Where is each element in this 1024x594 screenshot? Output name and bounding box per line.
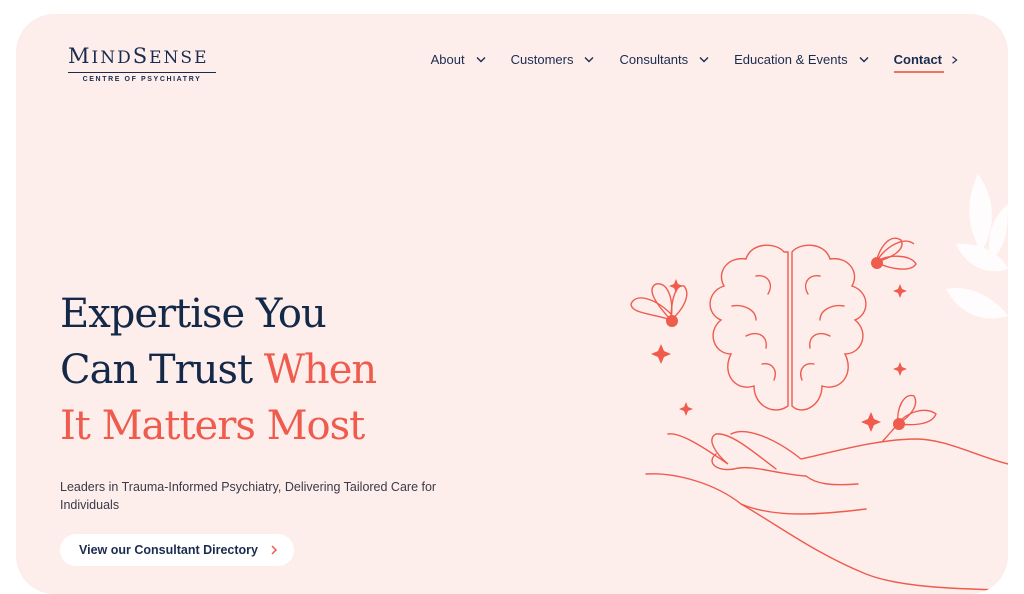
brain-icon bbox=[709, 244, 867, 411]
flower-bud-icon bbox=[666, 257, 905, 430]
cta-label: View our Consultant Directory bbox=[79, 543, 258, 557]
headline-line-1: Expertise You bbox=[60, 291, 327, 337]
hands-icon bbox=[645, 430, 1008, 591]
chevron-right-icon bbox=[271, 545, 278, 555]
leaf-decoration bbox=[946, 174, 1008, 319]
headline-line-2a: Can Trust bbox=[60, 347, 264, 393]
flower-icon bbox=[630, 237, 937, 443]
consultant-directory-button[interactable]: View our Consultant Directory bbox=[60, 534, 294, 566]
sparkle-icon bbox=[651, 279, 907, 432]
hero-subtitle: Leaders in Trauma-Informed Psychiatry, D… bbox=[60, 480, 437, 512]
hero-headline: Expertise You Can Trust When It Matters … bbox=[60, 286, 377, 454]
headline-line-2b: When bbox=[263, 347, 377, 393]
headline-line-3: It Matters Most bbox=[60, 403, 365, 449]
hero-section: MINDSENSE CENTRE OF PSYCHIATRY About Cus… bbox=[16, 14, 1008, 594]
